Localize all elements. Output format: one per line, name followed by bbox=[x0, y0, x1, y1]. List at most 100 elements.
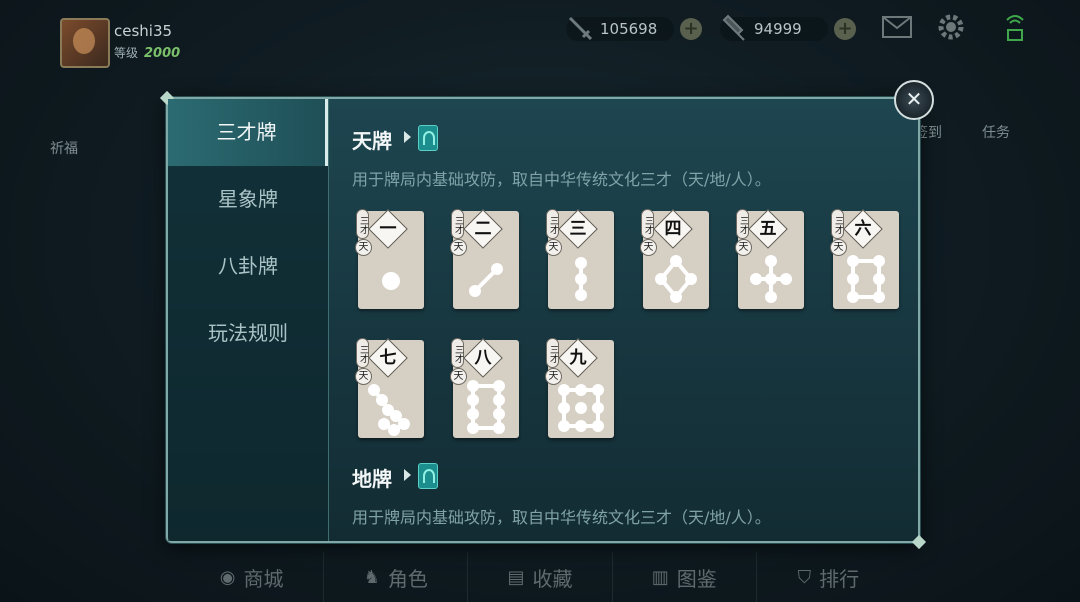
pip bbox=[847, 255, 859, 267]
card-pips bbox=[467, 380, 505, 434]
section2-title: 地牌 bbox=[352, 467, 392, 491]
card-number-label: 四 bbox=[664, 219, 682, 239]
pip bbox=[575, 273, 587, 285]
card-tag-top: 三才 bbox=[831, 209, 844, 239]
gear-icon[interactable] bbox=[936, 12, 966, 48]
triangle-icon bbox=[404, 131, 411, 143]
card-1[interactable]: 三才天一 bbox=[355, 209, 424, 309]
card-number: 五 bbox=[748, 209, 788, 249]
content-panel: 天牌 用于牌局内基础攻防，取自中华传统文化三才（天/地/人）。 三才天一三才天二… bbox=[352, 99, 918, 541]
level-label: 等级 bbox=[114, 46, 139, 60]
card-number-label: 二 bbox=[474, 219, 492, 239]
triangle-icon bbox=[404, 469, 411, 481]
pip bbox=[558, 384, 570, 396]
card-6[interactable]: 三才天六 bbox=[830, 209, 899, 309]
card-tag-top: 三才 bbox=[356, 209, 369, 239]
pip bbox=[558, 420, 570, 432]
card-9[interactable]: 三才天九 bbox=[545, 338, 614, 438]
card-2[interactable]: 三才天二 bbox=[450, 209, 519, 309]
pip bbox=[670, 291, 682, 303]
pip bbox=[685, 273, 697, 285]
card-3[interactable]: 三才天三 bbox=[545, 209, 614, 309]
pip bbox=[670, 255, 682, 267]
add-currency1-button[interactable]: + bbox=[680, 18, 702, 40]
pip bbox=[765, 255, 777, 267]
nav-collection-label: 收藏 bbox=[532, 566, 573, 591]
level-display: 等级 2000 bbox=[114, 44, 180, 61]
card-tag-top: 三才 bbox=[356, 338, 369, 368]
nav-character[interactable]: ♞ 角色 bbox=[324, 552, 469, 602]
card-number-label: 六 bbox=[854, 219, 872, 239]
close-button[interactable]: ✕ bbox=[894, 80, 934, 120]
pip bbox=[469, 285, 481, 297]
card-pips bbox=[575, 257, 587, 301]
nav-shop-label: 商城 bbox=[243, 566, 284, 591]
nav-character-label: 角色 bbox=[387, 566, 428, 591]
tab-rules[interactable]: 玩法规则 bbox=[168, 300, 328, 367]
side-label-task[interactable]: 任务 bbox=[982, 122, 1010, 142]
pip bbox=[368, 384, 380, 396]
nav-collection[interactable]: ▤ 收藏 bbox=[468, 552, 613, 602]
avatar[interactable] bbox=[60, 18, 110, 68]
section1-desc: 用于牌局内基础攻防，取自中华传统文化三才（天/地/人）。 bbox=[352, 170, 771, 189]
tab-sancai[interactable]: 三才牌 bbox=[168, 99, 328, 166]
pip bbox=[491, 263, 503, 275]
blade-icon bbox=[722, 14, 745, 41]
card-7[interactable]: 三才天七 bbox=[355, 338, 424, 438]
pip bbox=[575, 384, 587, 396]
card-number-label: 三 bbox=[569, 219, 587, 239]
pip bbox=[493, 380, 505, 392]
card-number-label: 一 bbox=[379, 219, 397, 239]
signal-icon bbox=[1004, 12, 1026, 48]
pip bbox=[765, 291, 777, 303]
nav-shop[interactable]: ◉ 商城 bbox=[180, 552, 325, 602]
level-value: 2000 bbox=[144, 46, 181, 61]
card-pips bbox=[655, 255, 697, 303]
pip bbox=[493, 394, 505, 406]
pip bbox=[765, 273, 777, 285]
pip bbox=[575, 257, 587, 269]
pip bbox=[467, 380, 479, 392]
section1-title: 天牌 bbox=[352, 129, 392, 153]
pip bbox=[398, 418, 410, 430]
card-5[interactable]: 三才天五 bbox=[735, 209, 804, 309]
pip bbox=[575, 402, 587, 414]
eye-icon: ◉ bbox=[219, 566, 236, 588]
pip bbox=[467, 422, 479, 434]
pip bbox=[493, 422, 505, 434]
currency1-display: 105698 bbox=[566, 16, 674, 42]
pip bbox=[378, 418, 390, 430]
mail-icon[interactable] bbox=[882, 16, 912, 44]
card-number: 六 bbox=[843, 209, 883, 249]
card-tag-top: 三才 bbox=[641, 209, 654, 239]
section2-desc: 用于牌局内基础攻防，取自中华传统文化三才（天/地/人）。 bbox=[352, 508, 771, 527]
pip bbox=[467, 408, 479, 420]
tab-list: 三才牌 星象牌 八卦牌 玩法规则 bbox=[168, 99, 329, 541]
card-4[interactable]: 三才天四 bbox=[640, 209, 709, 309]
card-pips bbox=[750, 255, 792, 303]
pip bbox=[388, 424, 400, 436]
card-number: 七 bbox=[368, 338, 408, 378]
pip bbox=[558, 402, 570, 414]
add-currency2-button[interactable]: + bbox=[834, 18, 856, 40]
bottom-nav: ◉ 商城 ♞ 角色 ▤ 收藏 ▥ 图鉴 ⛉ 排行 bbox=[180, 552, 900, 602]
pip bbox=[655, 273, 667, 285]
nav-rank[interactable]: ⛉ 排行 bbox=[757, 552, 900, 602]
side-label-left[interactable]: 祈福 bbox=[50, 138, 78, 158]
card-number: 四 bbox=[653, 209, 693, 249]
nav-rank-label: 排行 bbox=[819, 566, 860, 591]
user-name: ceshi35 bbox=[114, 22, 173, 40]
card-number-label: 九 bbox=[569, 348, 587, 368]
pip bbox=[873, 291, 885, 303]
pip bbox=[873, 255, 885, 267]
card-number-label: 五 bbox=[759, 219, 777, 239]
nav-codex[interactable]: ▥ 图鉴 bbox=[613, 552, 757, 602]
card-pips bbox=[469, 263, 503, 297]
tab-xingxiang[interactable]: 星象牌 bbox=[168, 166, 328, 233]
pip bbox=[592, 384, 604, 396]
card-8[interactable]: 三才天八 bbox=[450, 338, 519, 438]
tab-bagua[interactable]: 八卦牌 bbox=[168, 233, 328, 300]
pip bbox=[750, 273, 762, 285]
card-number-label: 七 bbox=[379, 348, 397, 368]
card-number-label: 八 bbox=[474, 348, 492, 368]
